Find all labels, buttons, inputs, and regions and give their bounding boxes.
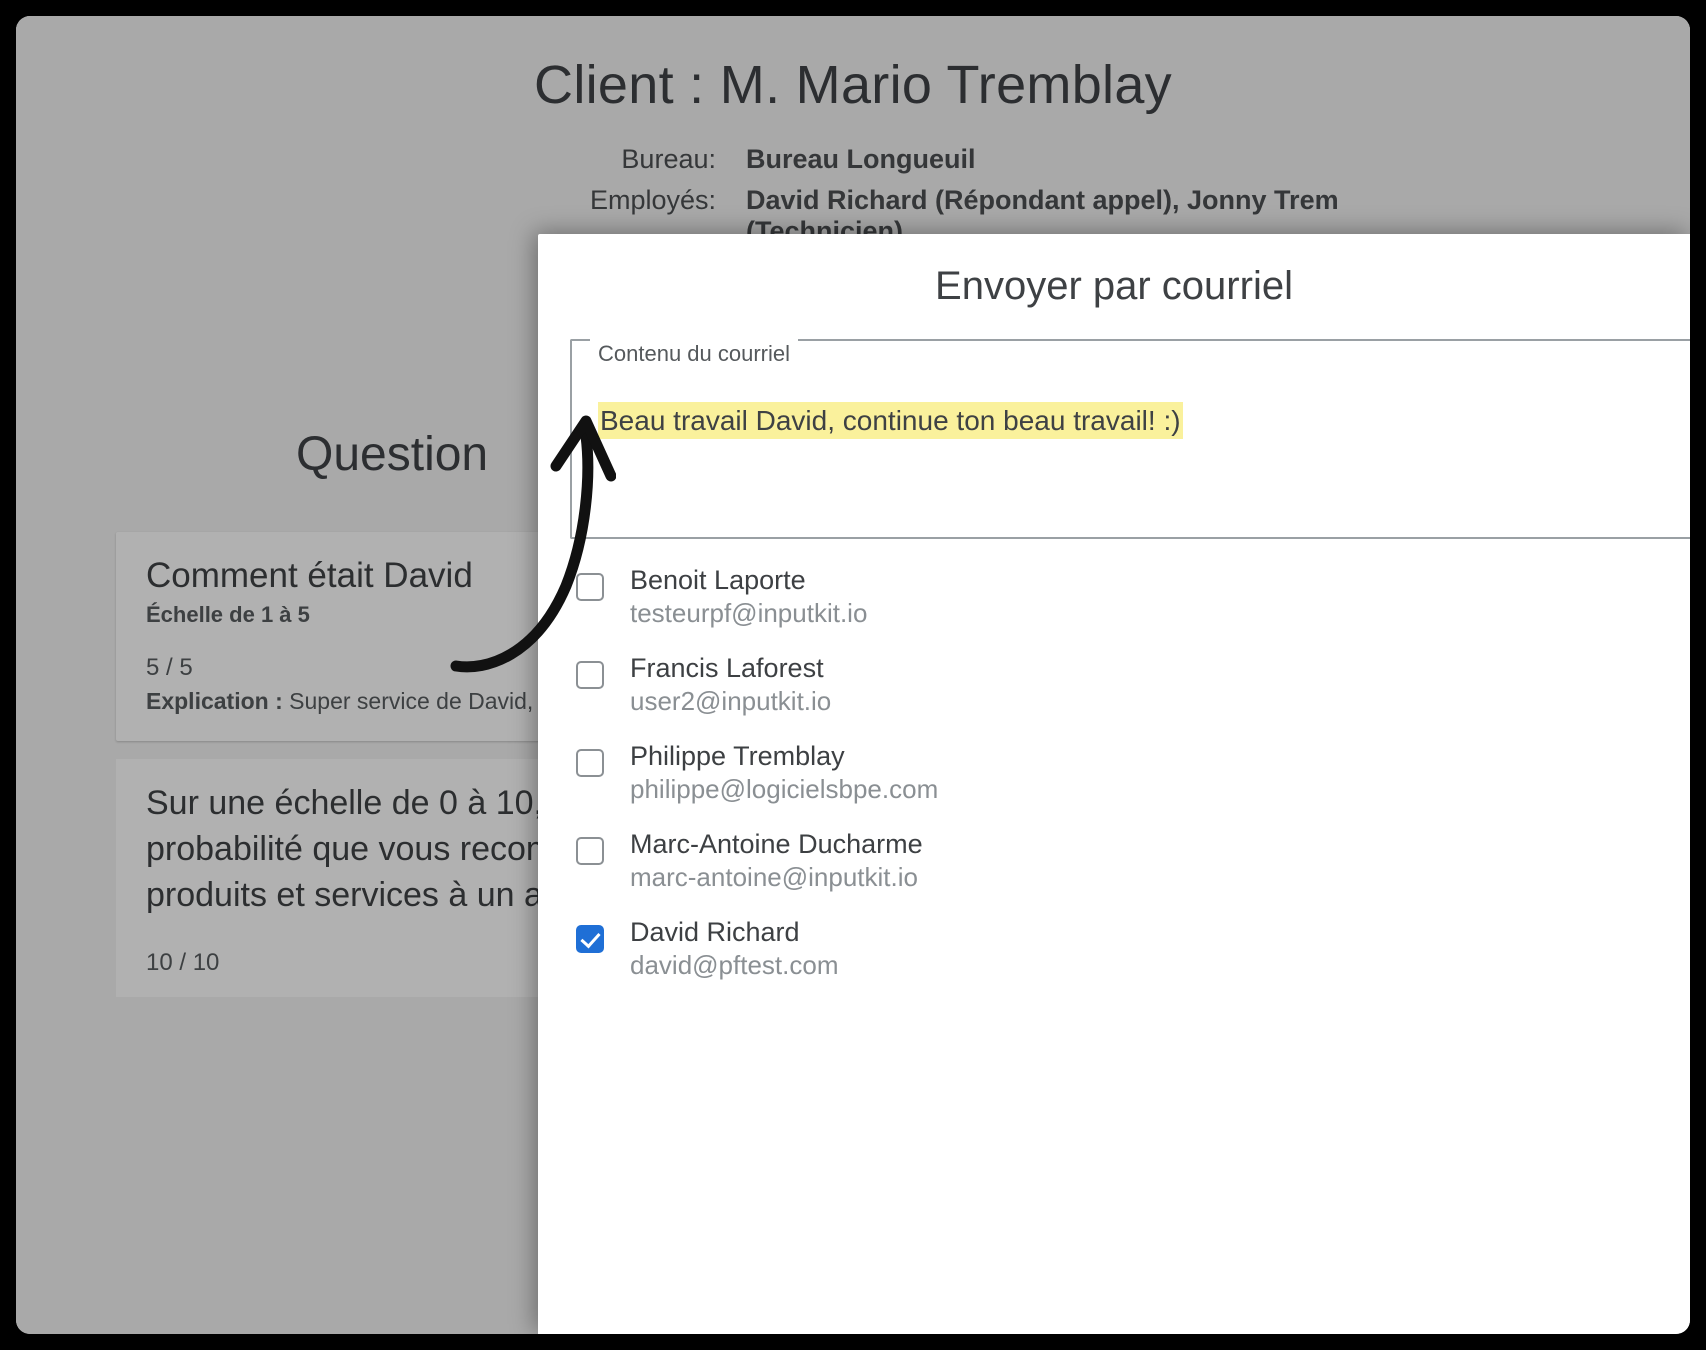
recipient-checkbox[interactable]: [576, 837, 604, 865]
modal-title: Envoyer par courriel: [538, 264, 1690, 309]
recipient-email: philippe@logicielsbpe.com: [630, 774, 938, 805]
send-email-modal: Envoyer par courriel Contenu du courriel…: [538, 234, 1690, 1334]
recipient-name: David Richard: [630, 917, 838, 948]
recipient-email: user2@inputkit.io: [630, 686, 831, 717]
app-frame: Client : M. Mario Tremblay Bureau: Burea…: [16, 16, 1690, 1334]
email-content-text[interactable]: Beau travail David, continue ton beau tr…: [598, 402, 1183, 439]
recipient-email: david@pftest.com: [630, 950, 838, 981]
email-content-box[interactable]: Contenu du courriel Beau travail David, …: [570, 339, 1690, 539]
recipient-info: David Richarddavid@pftest.com: [630, 917, 838, 981]
recipient-checkbox[interactable]: [576, 925, 604, 953]
meta-bureau-label: Bureau:: [16, 144, 716, 175]
recipient-info: Marc-Antoine Ducharmemarc-antoine@inputk…: [630, 829, 923, 893]
client-meta: Bureau: Bureau Longueuil Employés: David…: [16, 144, 1690, 247]
email-content-label: Contenu du courriel: [590, 327, 798, 367]
recipient-row[interactable]: Francis Laforestuser2@inputkit.io: [576, 653, 1690, 717]
recipient-email: testeurpf@inputkit.io: [630, 598, 867, 629]
recipient-name: Philippe Tremblay: [630, 741, 938, 772]
recipient-email: marc-antoine@inputkit.io: [630, 862, 923, 893]
meta-employes-line1: David Richard (Répondant appel), Jonny T…: [746, 185, 1339, 215]
recipient-checkbox[interactable]: [576, 573, 604, 601]
recipient-row[interactable]: Benoit Laportetesteurpf@inputkit.io: [576, 565, 1690, 629]
q1-explication-prefix: Explication :: [146, 688, 289, 714]
recipient-checkbox[interactable]: [576, 749, 604, 777]
page-title: Client : M. Mario Tremblay: [16, 54, 1690, 116]
recipient-name: Marc-Antoine Ducharme: [630, 829, 923, 860]
recipient-name: Francis Laforest: [630, 653, 831, 684]
recipient-row[interactable]: Philippe Tremblayphilippe@logicielsbpe.c…: [576, 741, 1690, 805]
recipient-info: Benoit Laportetesteurpf@inputkit.io: [630, 565, 867, 629]
recipient-info: Francis Laforestuser2@inputkit.io: [630, 653, 831, 717]
recipient-checkbox[interactable]: [576, 661, 604, 689]
recipient-name: Benoit Laporte: [630, 565, 867, 596]
recipient-list: Benoit Laportetesteurpf@inputkit.io Franc…: [576, 565, 1690, 981]
meta-bureau-value: Bureau Longueuil: [746, 144, 1690, 175]
recipient-row[interactable]: Marc-Antoine Ducharmemarc-antoine@inputk…: [576, 829, 1690, 893]
recipient-row[interactable]: David Richarddavid@pftest.com: [576, 917, 1690, 981]
recipient-info: Philippe Tremblayphilippe@logicielsbpe.c…: [630, 741, 938, 805]
